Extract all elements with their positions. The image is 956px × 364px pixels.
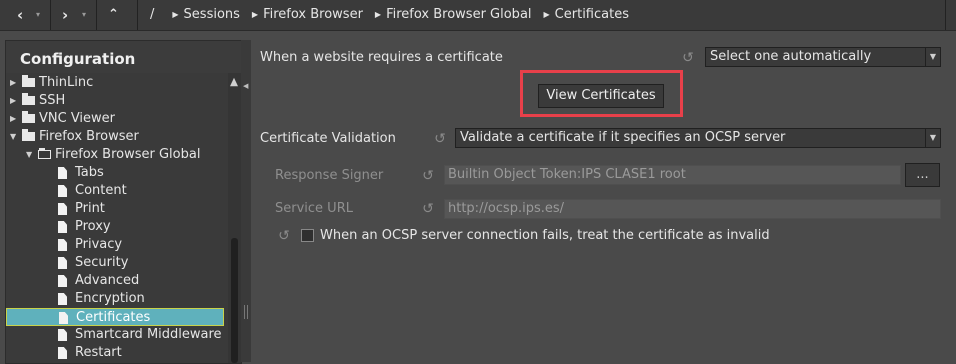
- forward-icon[interactable]: ›: [62, 6, 68, 24]
- breadcrumb-firefox-browser-global[interactable]: Firefox Browser Global: [386, 7, 531, 22]
- up-icon[interactable]: ⌃: [108, 6, 119, 24]
- breadcrumb-firefox-browser[interactable]: Firefox Browser: [263, 7, 363, 22]
- expand-arrow-icon[interactable]: ▶: [10, 110, 22, 128]
- open-folder-icon: [38, 148, 51, 159]
- reset-icon[interactable]: ↺: [420, 168, 436, 184]
- document-icon: [58, 347, 67, 359]
- tree-item-firefox-browser[interactable]: ▼ Firefox Browser: [10, 128, 139, 146]
- tree-item-certificates[interactable]: Certificates: [6, 308, 224, 326]
- validation-select[interactable]: Validate a certificate if it specifies a…: [455, 128, 941, 148]
- ocsp-fail-label[interactable]: When an OCSP server connection fails, tr…: [320, 228, 770, 243]
- dropdown-arrow-icon[interactable]: ▼: [925, 129, 940, 147]
- reset-icon[interactable]: ↺: [680, 50, 696, 66]
- tree-item-firefox-browser-global[interactable]: ▼ Firefox Browser Global: [26, 146, 200, 164]
- tree-item-smartcard-middleware[interactable]: Smartcard Middleware: [58, 326, 222, 344]
- collapse-arrow-icon[interactable]: ▼: [26, 146, 38, 164]
- validation-label: Certificate Validation: [260, 131, 396, 146]
- tree-item-privacy[interactable]: Privacy: [58, 236, 122, 254]
- document-icon: [58, 203, 67, 215]
- toolbar-divider: [945, 0, 946, 30]
- tree-item-ssh[interactable]: ▶ SSH: [10, 92, 65, 110]
- breadcrumb-arrow-icon: ▶: [543, 10, 550, 19]
- document-icon: [58, 239, 67, 251]
- toolbar-divider: [96, 0, 97, 30]
- service-url-label: Service URL: [275, 201, 353, 216]
- tree-item-restart[interactable]: Restart: [58, 344, 122, 362]
- collapse-panel-icon[interactable]: ◀: [243, 82, 248, 90]
- top-bar: ‹ ▾ › ▾ ⌃ / ▶ Sessions ▶ Firefox Browser…: [0, 0, 956, 31]
- view-certificates-button[interactable]: View Certificates: [538, 84, 664, 108]
- tree-item-print[interactable]: Print: [58, 200, 105, 218]
- folder-icon: [22, 129, 35, 141]
- document-icon: [58, 221, 67, 233]
- browse-signer-button[interactable]: ...: [905, 163, 940, 187]
- breadcrumb: / ▶ Sessions ▶ Firefox Browser ▶ Firefox…: [150, 7, 629, 22]
- tree-item-vnc-viewer[interactable]: ▶ VNC Viewer: [10, 110, 115, 128]
- document-icon: [58, 293, 67, 305]
- reset-icon[interactable]: ↺: [432, 131, 448, 147]
- breadcrumb-arrow-icon: ▶: [172, 10, 179, 19]
- breadcrumb-sessions[interactable]: Sessions: [184, 7, 240, 22]
- folder-icon: [22, 111, 35, 123]
- configuration-title: Configuration: [20, 50, 136, 68]
- back-history-dropdown-icon[interactable]: ▾: [36, 10, 40, 19]
- response-signer-field[interactable]: Builtin Object Token:IPS CLASE1 root: [444, 165, 901, 185]
- configuration-panel: Configuration ▶ ThinLinc ▶ SSH ▶ VNC Viewer…: [5, 40, 242, 364]
- breadcrumb-certificates[interactable]: Certificates: [555, 7, 629, 22]
- cert-request-label: When a website requires a certificate: [260, 50, 503, 65]
- document-icon: [58, 167, 67, 179]
- dropdown-arrow-icon[interactable]: ▼: [925, 48, 940, 66]
- document-icon: [58, 275, 67, 287]
- document-icon: [58, 329, 67, 341]
- cert-request-select[interactable]: Select one automatically ▼: [705, 47, 941, 67]
- breadcrumb-root[interactable]: /: [150, 7, 154, 22]
- expand-arrow-icon[interactable]: ▶: [10, 92, 22, 110]
- reset-icon[interactable]: ↺: [420, 201, 436, 217]
- tree-item-encryption[interactable]: Encryption: [58, 290, 145, 308]
- tree-item-content[interactable]: Content: [58, 182, 127, 200]
- back-icon[interactable]: ‹: [17, 6, 23, 24]
- toolbar-divider: [50, 0, 51, 30]
- scrollbar-thumb[interactable]: [231, 238, 238, 363]
- forward-history-dropdown-icon[interactable]: ▾: [82, 10, 86, 19]
- tree-item-thinlinc[interactable]: ▶ ThinLinc: [10, 74, 93, 92]
- service-url-field[interactable]: http://ocsp.ips.es/: [444, 199, 941, 219]
- expand-arrow-icon[interactable]: ▶: [10, 74, 22, 92]
- configuration-tree: ▶ ThinLinc ▶ SSH ▶ VNC Viewer ▼ Firefox Brow…: [6, 73, 228, 363]
- breadcrumb-arrow-icon: ▶: [374, 10, 382, 19]
- document-icon: [58, 257, 67, 269]
- tree-item-security[interactable]: Security: [58, 254, 128, 272]
- toolbar-divider: [137, 0, 138, 30]
- splitter-grip[interactable]: [244, 305, 245, 319]
- response-signer-label: Response Signer: [275, 168, 384, 183]
- tree-item-proxy[interactable]: Proxy: [58, 218, 111, 236]
- reset-icon[interactable]: ↺: [276, 228, 292, 244]
- folder-icon: [22, 75, 35, 87]
- document-icon: [59, 312, 68, 324]
- tree-item-advanced[interactable]: Advanced: [58, 272, 139, 290]
- panel-splitter[interactable]: ◀: [241, 40, 251, 362]
- ocsp-fail-checkbox[interactable]: [301, 229, 314, 242]
- tree-item-tabs[interactable]: Tabs: [58, 164, 104, 182]
- document-icon: [58, 185, 67, 197]
- scroll-up-icon[interactable]: [230, 77, 238, 87]
- collapse-arrow-icon[interactable]: ▼: [10, 128, 22, 146]
- tree-scrollbar[interactable]: [228, 73, 241, 363]
- folder-icon: [22, 93, 35, 105]
- settings-panel: When a website requires a certificate ↺ …: [252, 40, 956, 362]
- breadcrumb-arrow-icon: ▶: [251, 10, 259, 19]
